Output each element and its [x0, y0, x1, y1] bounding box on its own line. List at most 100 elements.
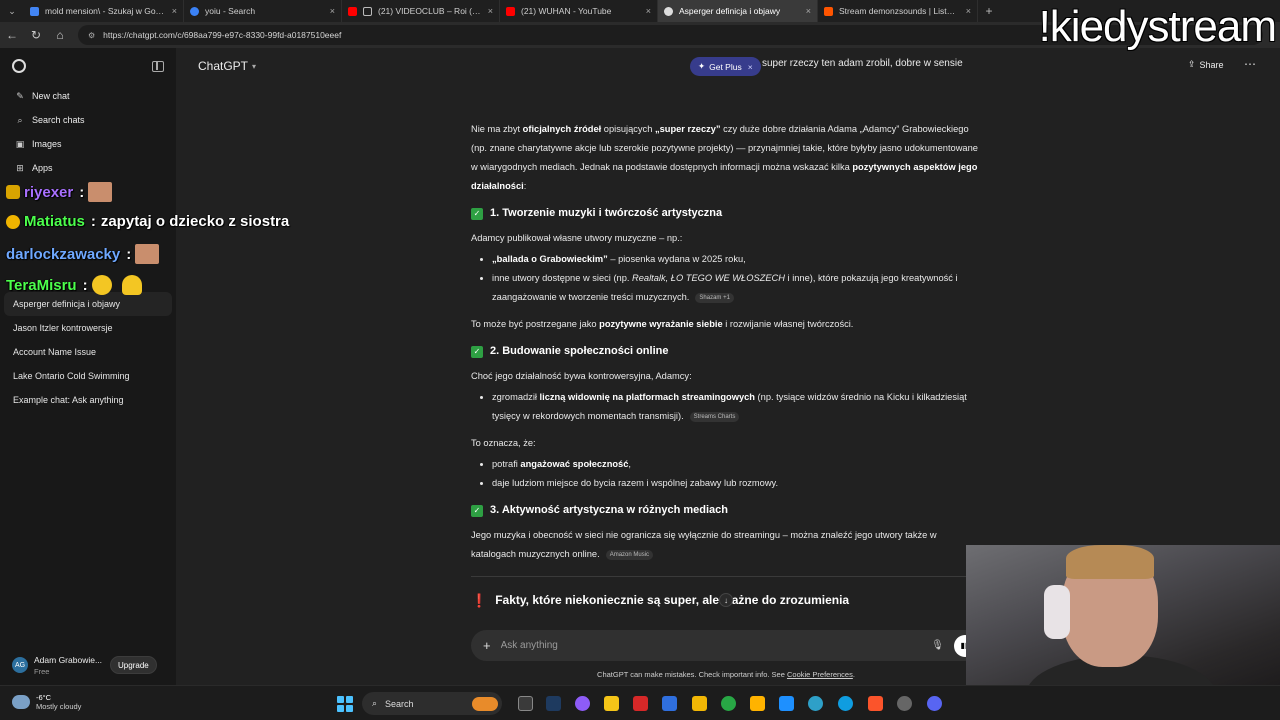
- back-arrow-icon[interactable]: ←: [0, 28, 24, 42]
- tab-youtube-wuhan[interactable]: (21) WUHAN - YouTube ×: [500, 0, 658, 22]
- scroll-down-button[interactable]: ↓: [719, 593, 733, 607]
- paragraph: Adamcy publikował własne utwory muzyczne…: [471, 233, 683, 243]
- weather-widget[interactable]: -6°C Mostly cloudy: [12, 693, 81, 711]
- tab-close-icon[interactable]: ×: [806, 6, 811, 16]
- app-icon[interactable]: [633, 696, 648, 711]
- disclaimer-text: ChatGPT can make mistakes. Check importa…: [597, 670, 787, 679]
- tab-close-icon[interactable]: ×: [172, 6, 177, 16]
- composer: + 🎙 ▮▮: [471, 630, 981, 661]
- outlook-icon[interactable]: [662, 696, 677, 711]
- chat-separator: :: [82, 276, 88, 294]
- tab-google-search[interactable]: mold mension\ - Szukaj w Google ×: [24, 0, 184, 22]
- chat-history-item[interactable]: Asperger definicja i objawy: [4, 292, 172, 316]
- tab-close-icon[interactable]: ×: [488, 6, 493, 16]
- share-label: Share: [1199, 59, 1224, 70]
- app-icon[interactable]: [575, 696, 590, 711]
- windows-start-icon[interactable]: [337, 696, 353, 712]
- main-header: ChatGPT ▾ ✦ Get Plus × super rzeczy ten …: [176, 48, 1280, 84]
- sparkle-icon: ✦: [698, 61, 706, 71]
- source-citation[interactable]: Amazon Music: [605, 549, 654, 560]
- paragraph: To może być postrzegane jako pozytywne w…: [471, 315, 981, 334]
- user-info: Adam Grabowie... Free: [34, 655, 102, 676]
- microphone-icon[interactable]: 🎙: [931, 640, 944, 651]
- home-icon[interactable]: ⌂: [48, 28, 72, 42]
- folder-icon[interactable]: [692, 696, 707, 711]
- upgrade-button[interactable]: Upgrade: [110, 656, 157, 674]
- section-heading: ✓ 3. Aktywność artystyczna w różnych medi…: [471, 501, 981, 520]
- user-account[interactable]: AG Adam Grabowie... Free Upgrade: [0, 645, 176, 685]
- tab-close-icon[interactable]: ×: [646, 6, 651, 16]
- app-icon[interactable]: [721, 696, 736, 711]
- emote-face-icon: [88, 182, 113, 202]
- text: inne utwory dostępne w sieci (np.: [492, 273, 633, 283]
- chat-history-item[interactable]: Lake Ontario Cold Swimming: [0, 364, 176, 388]
- sidebar-item-images[interactable]: ▣ Images: [0, 132, 176, 156]
- openai-logo-icon[interactable]: [12, 59, 26, 73]
- app-icon[interactable]: [779, 696, 794, 711]
- reload-icon[interactable]: ↻: [24, 28, 48, 42]
- chat-history-item[interactable]: Example chat: Ask anything: [0, 388, 176, 412]
- task-view-icon[interactable]: [518, 696, 533, 711]
- get-plus-button[interactable]: ✦ Get Plus ×: [690, 57, 761, 76]
- stream-chat-message: Matiatus : zapytaj o dziecko z siostra: [6, 213, 289, 230]
- share-button[interactable]: ⇪ Share: [1188, 59, 1224, 70]
- site-info-icon[interactable]: ⚙: [88, 31, 95, 40]
- tab-soundcloud[interactable]: Stream demonzsounds | Listen to ×: [818, 0, 978, 22]
- search-icon: ⌕: [17, 114, 23, 125]
- chat-badge-icon: [6, 214, 20, 229]
- exclamation-icon: ❗: [471, 593, 488, 608]
- heading-text: 2. Budowanie społeczności online: [490, 345, 669, 357]
- close-icon[interactable]: ×: [748, 62, 753, 72]
- chat-history-item[interactable]: Jason Itzler kontrowersje: [0, 316, 176, 340]
- sidebar-item-apps[interactable]: ⊞ Apps: [0, 156, 176, 180]
- new-tab-button[interactable]: +: [978, 4, 1000, 18]
- tab-chatgpt-active[interactable]: Asperger definicja i objawy ×: [658, 0, 818, 22]
- source-citation[interactable]: Streams Charts: [689, 411, 740, 422]
- tab-yoiu-search[interactable]: yoiu - Search ×: [184, 0, 342, 22]
- chat-separator: :: [126, 245, 132, 263]
- app-icon[interactable]: [546, 696, 561, 711]
- brave-icon[interactable]: [868, 696, 883, 711]
- chat-username: TeraMisru: [6, 276, 77, 294]
- emote-laugh-icon: [91, 275, 112, 295]
- text: zgromadził: [492, 392, 540, 402]
- model-switcher[interactable]: ChatGPT ▾: [198, 59, 256, 73]
- sidebar-collapse-icon[interactable]: [152, 60, 164, 72]
- chat-username: Matiatus: [24, 213, 85, 230]
- app-icon[interactable]: [808, 696, 823, 711]
- temperature: -6°C: [36, 693, 52, 702]
- prompt-input[interactable]: [500, 640, 932, 651]
- app-icon[interactable]: [750, 696, 765, 711]
- app-icon[interactable]: [604, 696, 619, 711]
- weather-text: -6°C Mostly cloudy: [36, 693, 81, 711]
- settings-gear-icon[interactable]: [897, 696, 912, 711]
- tab-close-icon[interactable]: ×: [966, 6, 971, 16]
- soundcloud-favicon-icon: [824, 6, 833, 16]
- discord-icon[interactable]: [927, 696, 942, 711]
- source-citation[interactable]: Shazam +1: [695, 292, 734, 303]
- edge-icon[interactable]: [838, 696, 853, 711]
- headset-icon: [1044, 585, 1070, 639]
- tab-youtube-videoclub[interactable]: (21) VIDEOCLUB – Roi (instru ×: [342, 0, 500, 22]
- tab-label: mold mension\ - Szukaj w Google: [45, 6, 166, 16]
- sidebar-item-label: Images: [32, 139, 62, 149]
- sidebar-item-new-chat[interactable]: ✎ New chat: [0, 84, 176, 108]
- taskbar-search[interactable]: ⌕ Search: [362, 692, 502, 715]
- more-options-icon[interactable]: ⋯: [1244, 57, 1256, 71]
- cookie-preferences-link[interactable]: Cookie Preferences: [787, 670, 853, 679]
- share-icon: ⇪: [1188, 59, 1196, 69]
- chat-history-item[interactable]: Account Name Issue: [0, 340, 176, 364]
- sidebar-item-search-chats[interactable]: ⌕ Search chats: [0, 108, 176, 132]
- cloud-icon: [12, 695, 30, 709]
- tab-list-chevron-icon[interactable]: ⌄: [0, 6, 24, 17]
- tab-label: Stream demonzsounds | Listen to: [839, 6, 960, 16]
- bullet-list: zgromadził liczną widownię na platformac…: [492, 388, 981, 426]
- search-favicon-icon: [190, 6, 199, 16]
- paragraph: Jego muzyka i obecność w sieci nie ogran…: [471, 526, 981, 564]
- tab-close-icon[interactable]: ×: [330, 6, 335, 16]
- text: – piosenka wydana w 2025 roku,: [607, 254, 746, 264]
- attach-plus-icon[interactable]: +: [483, 638, 491, 653]
- taskbar: -6°C Mostly cloudy ⌕ Search: [0, 685, 1280, 720]
- speaker-muted-icon[interactable]: [363, 6, 372, 16]
- bold-text: oficjalnych źródeł: [522, 124, 602, 134]
